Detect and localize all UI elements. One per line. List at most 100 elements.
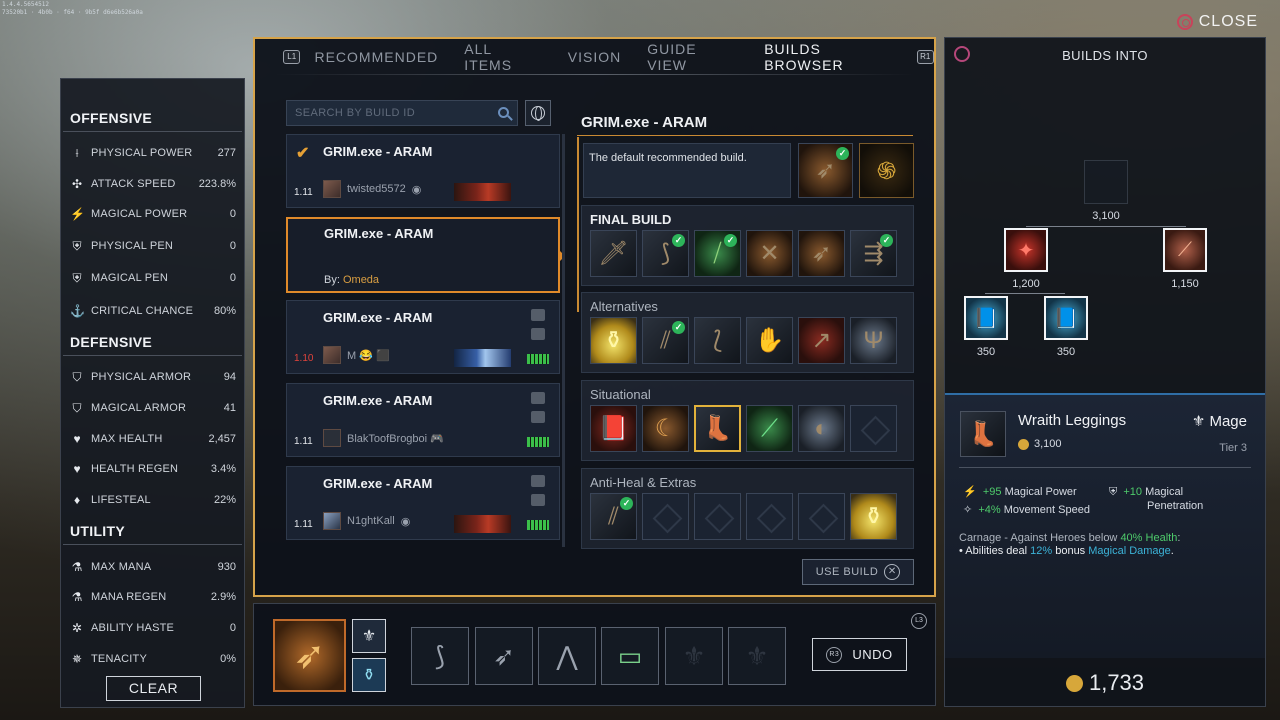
item-slot[interactable]: 📕: [590, 405, 637, 452]
circle-button-icon: [1176, 14, 1193, 30]
item-slot[interactable]: ✋: [746, 317, 793, 364]
search-input[interactable]: [287, 101, 487, 125]
build-card-selected[interactable]: GRIM.exe - ARAM By: Omeda: [286, 217, 565, 293]
item-slot-sigil[interactable]: ֍: [859, 143, 914, 198]
item-slot[interactable]: ⟅: [694, 317, 741, 364]
rating-meter: [527, 437, 549, 447]
empty-item-slot[interactable]: [850, 405, 897, 452]
movement-speed-icon: ✧: [963, 504, 973, 516]
tree-node-book[interactable]: 📘: [1044, 296, 1088, 340]
passive-name: Carnage: [959, 532, 1002, 544]
item-row: ⚱ ⫽ ✓ ⟅ ✋ ↗ Ψ: [590, 317, 897, 364]
stat-value: 0: [229, 240, 236, 252]
thumbs-up-icon[interactable]: [531, 392, 545, 404]
item-stat-magical-power: ⚡ +95 Magical Power: [963, 485, 1077, 498]
empty-inventory-slot[interactable]: ⚜: [665, 627, 723, 685]
item-slot[interactable]: ⫽ ✓: [642, 317, 689, 364]
scrollbar[interactable]: [562, 134, 565, 547]
close-button[interactable]: CLOSE: [1176, 13, 1258, 31]
item-slot[interactable]: ⧸ ✓: [694, 230, 741, 277]
tab-vision[interactable]: VISION: [568, 49, 621, 65]
empty-item-slot[interactable]: [798, 493, 845, 540]
item-slot[interactable]: Ψ: [850, 317, 897, 364]
role-slot[interactable]: ⚜: [352, 619, 386, 653]
empty-item-slot[interactable]: [694, 493, 741, 540]
use-build-button[interactable]: USE BUILD ✕: [802, 559, 914, 585]
r1-key-icon[interactable]: R1: [916, 50, 934, 64]
empty-inventory-slot[interactable]: ⚜: [728, 627, 786, 685]
clear-button[interactable]: CLEAR: [106, 676, 201, 701]
l1-key-icon[interactable]: L1: [283, 50, 301, 64]
magical-power-icon: ⚡: [70, 207, 85, 221]
thumbs-down-icon[interactable]: [531, 494, 545, 506]
item-slot[interactable]: ➶: [798, 230, 845, 277]
item-slot[interactable]: ◐: [798, 405, 845, 452]
thumbs-up-icon[interactable]: [531, 309, 545, 321]
item-slot-crossbow[interactable]: ➶ ✓: [798, 143, 853, 198]
empty-item-slot[interactable]: [746, 493, 793, 540]
empty-item-slot[interactable]: [642, 493, 689, 540]
inventory-slot[interactable]: ➶: [475, 627, 533, 685]
inventory-slot[interactable]: ⋀: [538, 627, 596, 685]
item-slot[interactable]: ⇶ ✓: [850, 230, 897, 277]
stat-value: 930: [217, 561, 236, 573]
crest-slot[interactable]: ➶: [273, 619, 346, 692]
build-card[interactable]: GRIM.exe - ARAM 1.11 BlakToofBrogboi 🎮: [286, 383, 560, 457]
item-passive: Carnage - Against Heroes below 40% Healt…: [959, 532, 1251, 558]
build-card[interactable]: GRIM.exe - ARAM 1.11 N1ghtKall ◉: [286, 466, 560, 540]
build-version: 1.11: [294, 519, 313, 530]
search-icon[interactable]: [498, 107, 509, 118]
by-prefix: By:: [324, 274, 340, 286]
divider: [63, 131, 242, 132]
item-slot[interactable]: ↗: [798, 317, 845, 364]
tab-builds-browser[interactable]: BUILDS BROWSER: [764, 41, 900, 73]
divider: [275, 74, 914, 75]
tree-node-upgrade[interactable]: [1084, 160, 1128, 204]
item-slot-highlighted[interactable]: 👢: [694, 405, 741, 452]
thumbs-down-icon[interactable]: [531, 411, 545, 423]
gold-amount: 1,733: [1088, 670, 1145, 695]
item-row: ⫽ ✓ ⚱: [590, 493, 897, 540]
tree-cost: 1,200: [1012, 278, 1040, 290]
tree-node-red-staff[interactable]: ✦: [1004, 228, 1048, 272]
anti-heal-section: Anti-Heal & Extras ⫽ ✓ ⚱: [581, 468, 914, 549]
stat-lifesteal: ♦ LIFESTEAL 22%: [70, 490, 236, 510]
item-slot[interactable]: ⟋: [746, 405, 793, 452]
item-slot[interactable]: ⫽ ✓: [590, 493, 637, 540]
item-slot[interactable]: 🗡: [590, 230, 637, 277]
tree-cost: 350: [976, 346, 996, 358]
offensive-title: OFFENSIVE: [70, 110, 153, 126]
stat-name: MAX MANA: [91, 561, 152, 573]
final-build-section: FINAL BUILD 🗡 ⟆ ✓ ⧸ ✓ ✕ ➶ ⇶ ✓: [581, 205, 914, 286]
build-author: By: Omeda: [324, 274, 379, 286]
stat-physical-pen: ⛨ PHYSICAL PEN 0: [70, 236, 236, 256]
item-slot[interactable]: ⚱: [590, 317, 637, 364]
tree-node-book[interactable]: 📘: [964, 296, 1008, 340]
item-slot[interactable]: ⟆ ✓: [642, 230, 689, 277]
thumbs-up-icon[interactable]: [531, 475, 545, 487]
stat-name-cont: Penetration: [1147, 500, 1204, 512]
section-title: Anti-Heal & Extras: [590, 475, 697, 490]
sigil-icon: ֍: [876, 158, 897, 185]
stat-value: 80%: [213, 305, 236, 317]
build-card[interactable]: ✔ GRIM.exe - ARAM 1.11 twisted5572 ◉: [286, 134, 560, 208]
consumable-slot[interactable]: ⚱: [352, 658, 386, 692]
tab-recommended[interactable]: RECOMMENDED: [314, 49, 438, 65]
tab-all-items[interactable]: ALL ITEMS: [464, 41, 541, 73]
battery-icon: ▭: [617, 640, 643, 671]
item-slot[interactable]: ⚱: [850, 493, 897, 540]
thumbs-down-icon[interactable]: [531, 328, 545, 340]
dagger-icon: 🗡: [598, 240, 629, 267]
inventory-slot[interactable]: ▭: [601, 627, 659, 685]
build-card[interactable]: GRIM.exe - ARAM 1.10 M 😂 ⬛: [286, 300, 560, 374]
tree-node-club[interactable]: ⟋: [1163, 228, 1207, 272]
stats-panel: OFFENSIVE ⟊ PHYSICAL POWER 277 ✣ ATTACK SPE…: [60, 78, 245, 708]
undo-button[interactable]: R3 UNDO: [812, 638, 907, 671]
stat-value: 22%: [213, 494, 236, 506]
item-slot[interactable]: ✕: [746, 230, 793, 277]
build-name: GRIM.exe - ARAM: [323, 476, 433, 491]
inventory-slot[interactable]: ⟆: [411, 627, 469, 685]
tab-guide-view[interactable]: GUIDE VIEW: [647, 41, 738, 73]
item-slot[interactable]: ☾: [642, 405, 689, 452]
region-filter-button[interactable]: [525, 100, 551, 126]
